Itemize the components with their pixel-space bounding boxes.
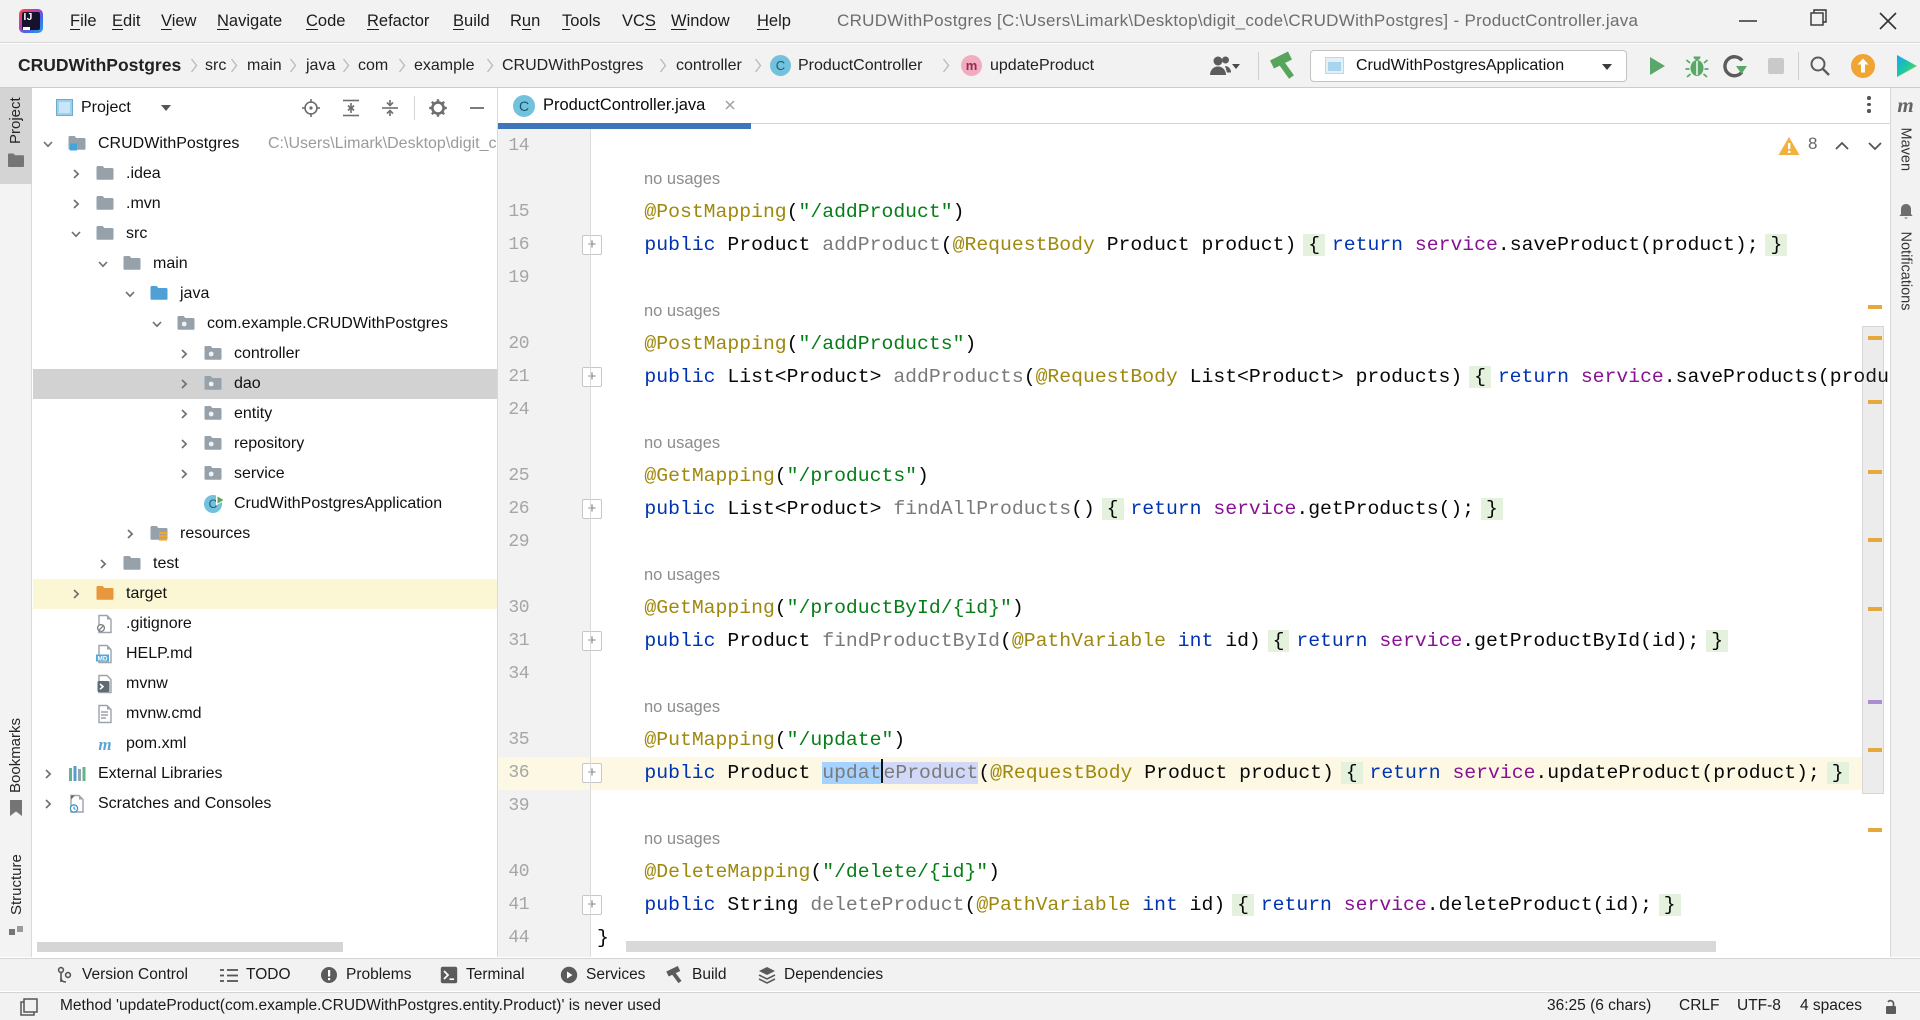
svg-text:MD: MD: [98, 655, 108, 662]
svg-text:m: m: [98, 735, 111, 754]
